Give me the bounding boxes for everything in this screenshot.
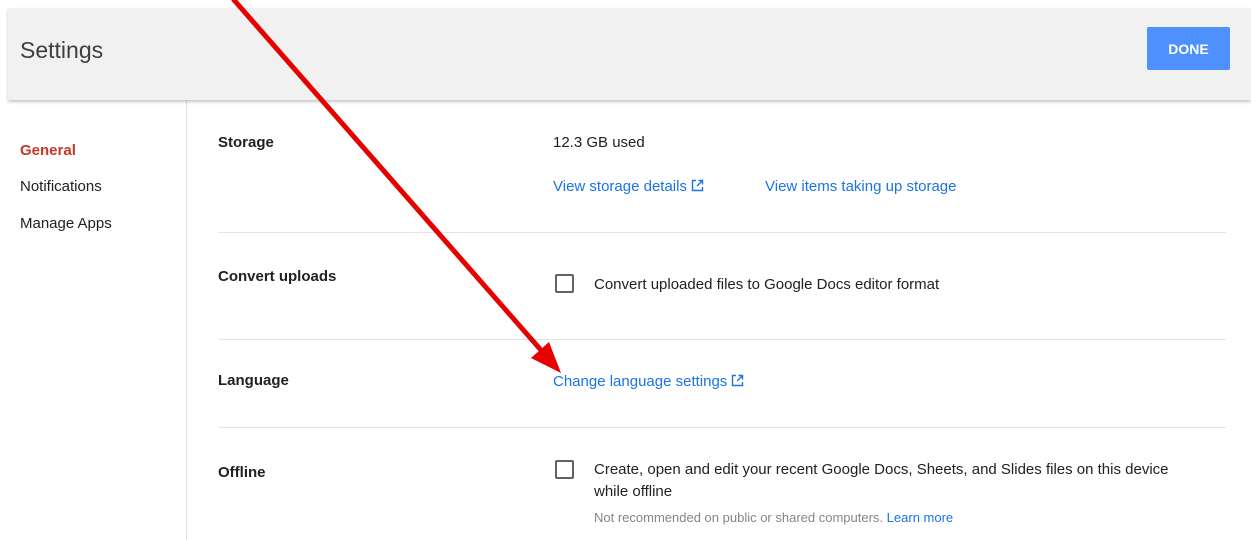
settings-header: Settings DONE [8, 8, 1251, 100]
view-storage-details-link[interactable]: View storage details [553, 178, 704, 195]
offline-checkbox-label: Create, open and edit your recent Google… [594, 461, 1169, 500]
learn-more-link[interactable]: Learn more [887, 510, 953, 525]
view-items-taking-storage-link[interactable]: View items taking up storage [765, 178, 957, 195]
sidebar-divider [186, 100, 187, 540]
section-divider [218, 427, 1226, 428]
storage-used-text: 12.3 GB used [553, 134, 645, 151]
offline-checkbox[interactable] [555, 460, 574, 479]
sidebar-item-general[interactable]: General [20, 142, 76, 159]
convert-uploads-checkbox[interactable] [555, 274, 574, 293]
offline-note-text: Not recommended on public or shared comp… [594, 510, 884, 525]
view-storage-details-label: View storage details [553, 178, 687, 195]
change-language-settings-label: Change language settings [553, 373, 728, 390]
change-language-settings-link[interactable]: Change language settings [553, 373, 744, 390]
convert-uploads-label: Convert uploads [218, 268, 337, 285]
external-link-icon [691, 179, 704, 192]
offline-note: Not recommended on public or shared comp… [594, 510, 953, 525]
sidebar-item-notifications[interactable]: Notifications [20, 178, 102, 195]
done-button[interactable]: DONE [1147, 27, 1230, 70]
section-divider [218, 339, 1226, 340]
settings-sidebar: General Notifications Manage Apps [0, 100, 186, 540]
offline-label: Offline [218, 464, 266, 481]
page-title: Settings [20, 37, 104, 63]
convert-uploads-checkbox-label: Convert uploaded files to Google Docs ed… [594, 276, 940, 293]
section-divider [218, 232, 1226, 233]
language-label: Language [218, 372, 289, 389]
storage-label: Storage [218, 134, 274, 151]
external-link-icon [732, 374, 744, 387]
sidebar-item-manage-apps[interactable]: Manage Apps [20, 215, 112, 232]
